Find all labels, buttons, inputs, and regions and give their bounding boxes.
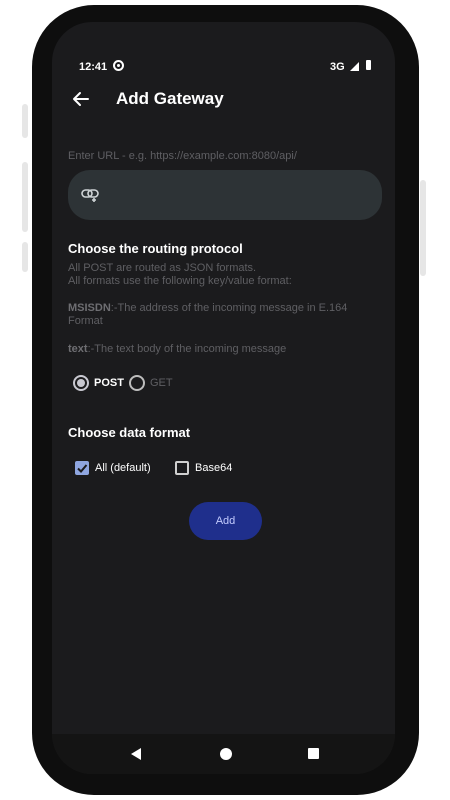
url-input[interactable] xyxy=(112,180,368,210)
radio-get[interactable] xyxy=(128,375,145,391)
side-button-right xyxy=(420,180,426,276)
checkbox-base64-row[interactable]: Base64 xyxy=(175,459,232,477)
url-hint: Enter URL - e.g. https://example.com:808… xyxy=(68,150,297,162)
phone-frame: 12:41 3G Add Gateway Enter URL - e.g. ht… xyxy=(32,5,419,795)
url-field[interactable] xyxy=(68,170,382,220)
side-button-top-left xyxy=(22,104,28,138)
side-button-low-left xyxy=(22,242,28,272)
gear-icon xyxy=(113,60,124,71)
text-text: :-The text body of the incoming message xyxy=(87,343,287,355)
status-time: 12:41 xyxy=(79,61,108,73)
battery-icon xyxy=(366,60,371,70)
routing-line-2: All formats use the following key/value … xyxy=(68,275,292,287)
link-icon xyxy=(81,189,99,202)
radio-post[interactable] xyxy=(73,375,89,391)
nav-home-icon[interactable] xyxy=(220,748,232,760)
msisdn-text: :-The address of the incoming message in… xyxy=(68,302,348,327)
arrow-left-icon xyxy=(73,92,89,106)
screen: 12:41 3G Add Gateway Enter URL - e.g. ht… xyxy=(52,22,395,774)
protocol-radio-group: POST GET xyxy=(73,374,178,392)
radio-get-label[interactable]: GET xyxy=(150,377,173,389)
nav-recents-icon[interactable] xyxy=(308,748,319,759)
page-title: Add Gateway xyxy=(116,89,224,108)
radio-post-label[interactable]: POST xyxy=(94,377,124,389)
side-button-mid-left xyxy=(22,162,28,232)
checkbox-base64[interactable] xyxy=(175,461,189,475)
add-button[interactable]: Add xyxy=(189,502,262,540)
text-key: text xyxy=(68,343,88,355)
back-button[interactable] xyxy=(70,88,92,110)
check-icon xyxy=(77,464,88,473)
checkbox-all[interactable] xyxy=(75,461,89,475)
text-description: text:-The text body of the incoming mess… xyxy=(68,343,368,356)
nav-back-icon[interactable] xyxy=(131,748,141,760)
navigation-bar xyxy=(52,734,395,774)
network-type: 3G xyxy=(330,61,345,73)
msisdn-description: MSISDN:-The address of the incoming mess… xyxy=(68,302,368,328)
msisdn-key: MSISDN xyxy=(68,302,111,314)
routing-heading: Choose the routing protocol xyxy=(68,241,243,256)
checkbox-all-label[interactable]: All (default) xyxy=(95,462,151,474)
data-format-heading: Choose data format xyxy=(68,425,191,440)
routing-line-1: All POST are routed as JSON formats. xyxy=(68,262,257,274)
signal-icon xyxy=(350,62,359,71)
checkbox-base64-label[interactable]: Base64 xyxy=(195,462,232,474)
checkbox-all-row[interactable]: All (default) xyxy=(75,459,151,477)
